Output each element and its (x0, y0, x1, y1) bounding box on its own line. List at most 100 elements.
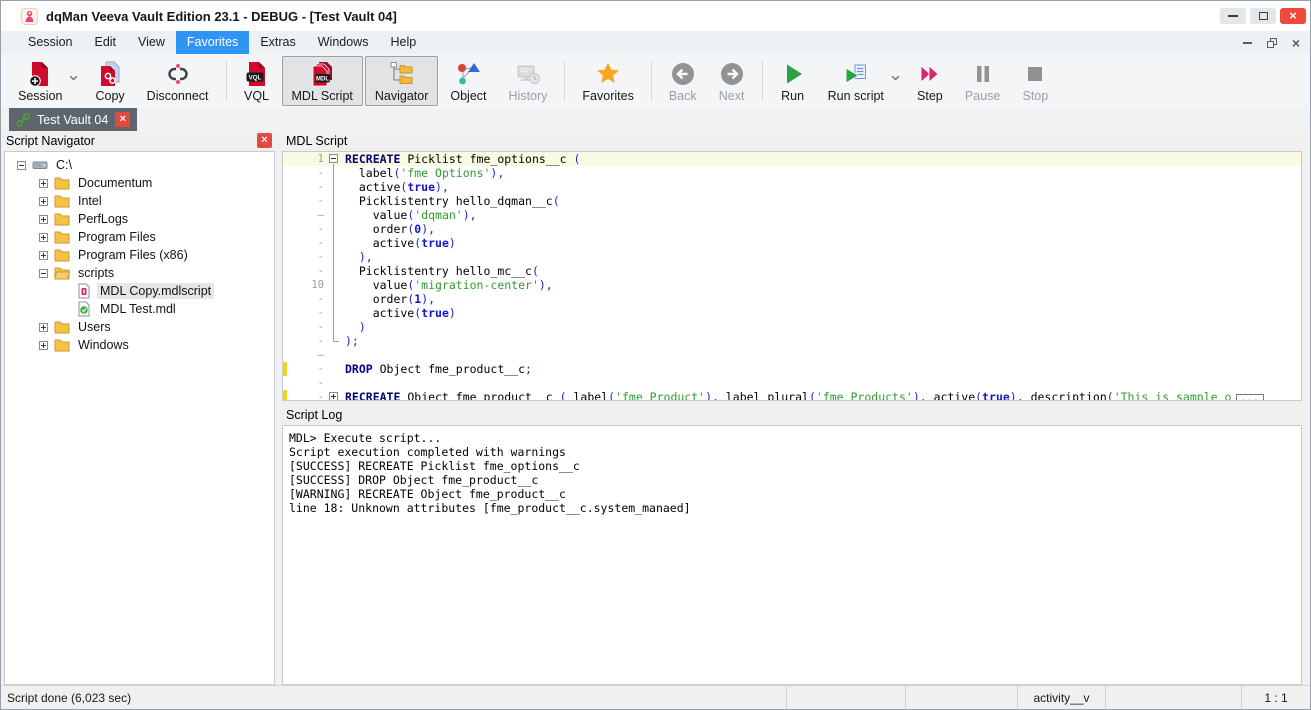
menu-item-view[interactable]: View (127, 31, 176, 54)
code-line[interactable]: - order(1), (283, 292, 1301, 306)
tab-close-button[interactable]: × (115, 112, 130, 127)
tree-item-label[interactable]: Program Files (75, 229, 159, 245)
expander-plus-icon[interactable] (39, 179, 48, 188)
toolbar-button-favorites[interactable]: Favorites (572, 56, 643, 106)
code-line[interactable]: -RECREATE Object fme_product__c ( label(… (283, 390, 1301, 401)
maximize-button[interactable] (1250, 8, 1276, 24)
code-line[interactable]: - Picklistentry hello_dqman__c( (283, 194, 1301, 208)
mdl-script-editor[interactable]: 1RECREATE Picklist fme_options__c (- lab… (282, 151, 1302, 401)
object-icon (455, 60, 481, 88)
toolbar-button-next[interactable]: Next (709, 56, 755, 106)
fold-margin (327, 278, 342, 292)
menu-item-favorites[interactable]: Favorites (176, 31, 249, 54)
line-number: – (287, 348, 327, 362)
code-line[interactable]: – value('dqman'), (283, 208, 1301, 222)
menu-item-edit[interactable]: Edit (83, 31, 127, 54)
toolbar-button-session[interactable]: Session (8, 56, 83, 106)
expander-plus-icon[interactable] (39, 215, 48, 224)
toolbar-button-step[interactable]: Step (907, 56, 953, 106)
toolbar-button-vql[interactable]: VQLVQL (234, 56, 280, 106)
folder-icon (54, 175, 70, 191)
tree-item-label[interactable]: scripts (75, 265, 117, 281)
tree-item-label[interactable]: Windows (75, 337, 132, 353)
mdl-file-icon (76, 301, 92, 317)
tree-item-label[interactable]: MDL Copy.mdlscript (97, 283, 214, 299)
code-line[interactable]: - active(true), (283, 180, 1301, 194)
code-line[interactable]: 10 value('migration-center'), (283, 278, 1301, 292)
tree-item-label[interactable]: C:\ (53, 157, 75, 173)
tree-row[interactable]: MDL Test.mdl (5, 300, 274, 318)
tree-item-label[interactable]: Program Files (x86) (75, 247, 191, 263)
code-line[interactable]: – (283, 348, 1301, 362)
tree-item-label[interactable]: Documentum (75, 175, 155, 191)
script-log-output[interactable]: MDL> Execute script...Script execution c… (282, 425, 1302, 685)
menu-item-help[interactable]: Help (379, 31, 427, 54)
tree-row[interactable]: Program Files (x86) (5, 246, 274, 264)
tree-row[interactable]: MDL Copy.mdlscript (5, 282, 274, 300)
tree-item-label[interactable]: Users (75, 319, 114, 335)
menu-item-session[interactable]: Session (17, 31, 83, 54)
chevron-down-icon[interactable] (891, 70, 900, 84)
script-navigator-tree[interactable]: C:\Documentum Intel PerfLogs Program Files P… (4, 151, 275, 685)
toolbar-button-run-script[interactable]: Run script (818, 56, 905, 106)
expander-plus-icon[interactable] (39, 323, 48, 332)
code-line[interactable]: - (283, 376, 1301, 390)
code-line[interactable]: -); (283, 334, 1301, 348)
code-text: ); (342, 334, 359, 348)
folder-icon (54, 211, 70, 227)
tab-test-vault-04[interactable]: Test Vault 04× (9, 108, 137, 131)
expander-minus-icon[interactable] (17, 161, 26, 170)
expander-plus-icon[interactable] (39, 251, 48, 260)
code-line[interactable]: - Picklistentry hello_mc__c( (283, 264, 1301, 278)
toolbar-button-label: Next (719, 89, 745, 103)
toolbar-button-navigator[interactable]: Navigator (365, 56, 439, 106)
toolbar-button-mdl-script[interactable]: MDLMDL Script (282, 56, 363, 106)
code-line[interactable]: - active(true) (283, 236, 1301, 250)
toolbar-button-run[interactable]: Run (770, 56, 816, 106)
toolbar-button-back[interactable]: Back (659, 56, 707, 106)
toolbar-button-disconnect[interactable]: Disconnect (137, 56, 219, 106)
toolbar-button-pause[interactable]: Pause (955, 56, 1010, 106)
tree-item-label[interactable]: PerfLogs (75, 211, 131, 227)
fold-expand-icon[interactable] (329, 392, 338, 401)
script-navigator-close-button[interactable]: × (257, 133, 272, 148)
expander-minus-icon[interactable] (39, 269, 48, 278)
code-line[interactable]: - ) (283, 320, 1301, 334)
menu-item-extras[interactable]: Extras (249, 31, 306, 54)
toolbar-button-copy[interactable]: Copy (85, 56, 134, 106)
mdi-restore-button[interactable] (1267, 38, 1277, 48)
mdi-close-button[interactable]: × (1292, 37, 1300, 49)
toolbar-button-history[interactable]: History (499, 56, 558, 106)
minimize-button[interactable] (1220, 8, 1246, 24)
code-line[interactable]: -DROP Object fme_product__c; (283, 362, 1301, 376)
expander-plus-icon[interactable] (39, 233, 48, 242)
code-line[interactable]: - ), (283, 250, 1301, 264)
tree-row[interactable]: Program Files (5, 228, 274, 246)
tree-row[interactable]: scripts (5, 264, 274, 282)
code-line[interactable]: - active(true) (283, 306, 1301, 320)
tree-item-label[interactable]: MDL Test.mdl (97, 301, 179, 317)
tree-row[interactable]: PerfLogs (5, 210, 274, 228)
menu-item-windows[interactable]: Windows (307, 31, 380, 54)
close-button[interactable]: × (1280, 8, 1306, 24)
tree-row[interactable]: Users (5, 318, 274, 336)
tree-row[interactable]: Documentum (5, 174, 274, 192)
status-cell: 1 : 1 (1241, 686, 1310, 709)
code-line[interactable]: - order(0), (283, 222, 1301, 236)
fold-margin[interactable] (327, 390, 342, 401)
toolbar-button-object[interactable]: Object (440, 56, 496, 106)
expander-plus-icon[interactable] (39, 197, 48, 206)
toolbar-button-stop[interactable]: Stop (1012, 56, 1058, 106)
expander-plus-icon[interactable] (39, 341, 48, 350)
fold-ellipsis[interactable]: ... (1236, 394, 1263, 401)
tree-item-label[interactable]: Intel (75, 193, 105, 209)
chevron-down-icon[interactable] (69, 70, 78, 84)
tree-row[interactable]: Intel (5, 192, 274, 210)
fold-collapse-icon[interactable] (329, 154, 338, 163)
tree-row[interactable]: Windows (5, 336, 274, 354)
tree-row[interactable]: C:\ (5, 156, 274, 174)
mdi-minimize-button[interactable] (1243, 42, 1252, 44)
fold-margin[interactable] (327, 152, 342, 166)
code-line[interactable]: - label('fme Options'), (283, 166, 1301, 180)
code-line[interactable]: 1RECREATE Picklist fme_options__c ( (283, 152, 1301, 166)
